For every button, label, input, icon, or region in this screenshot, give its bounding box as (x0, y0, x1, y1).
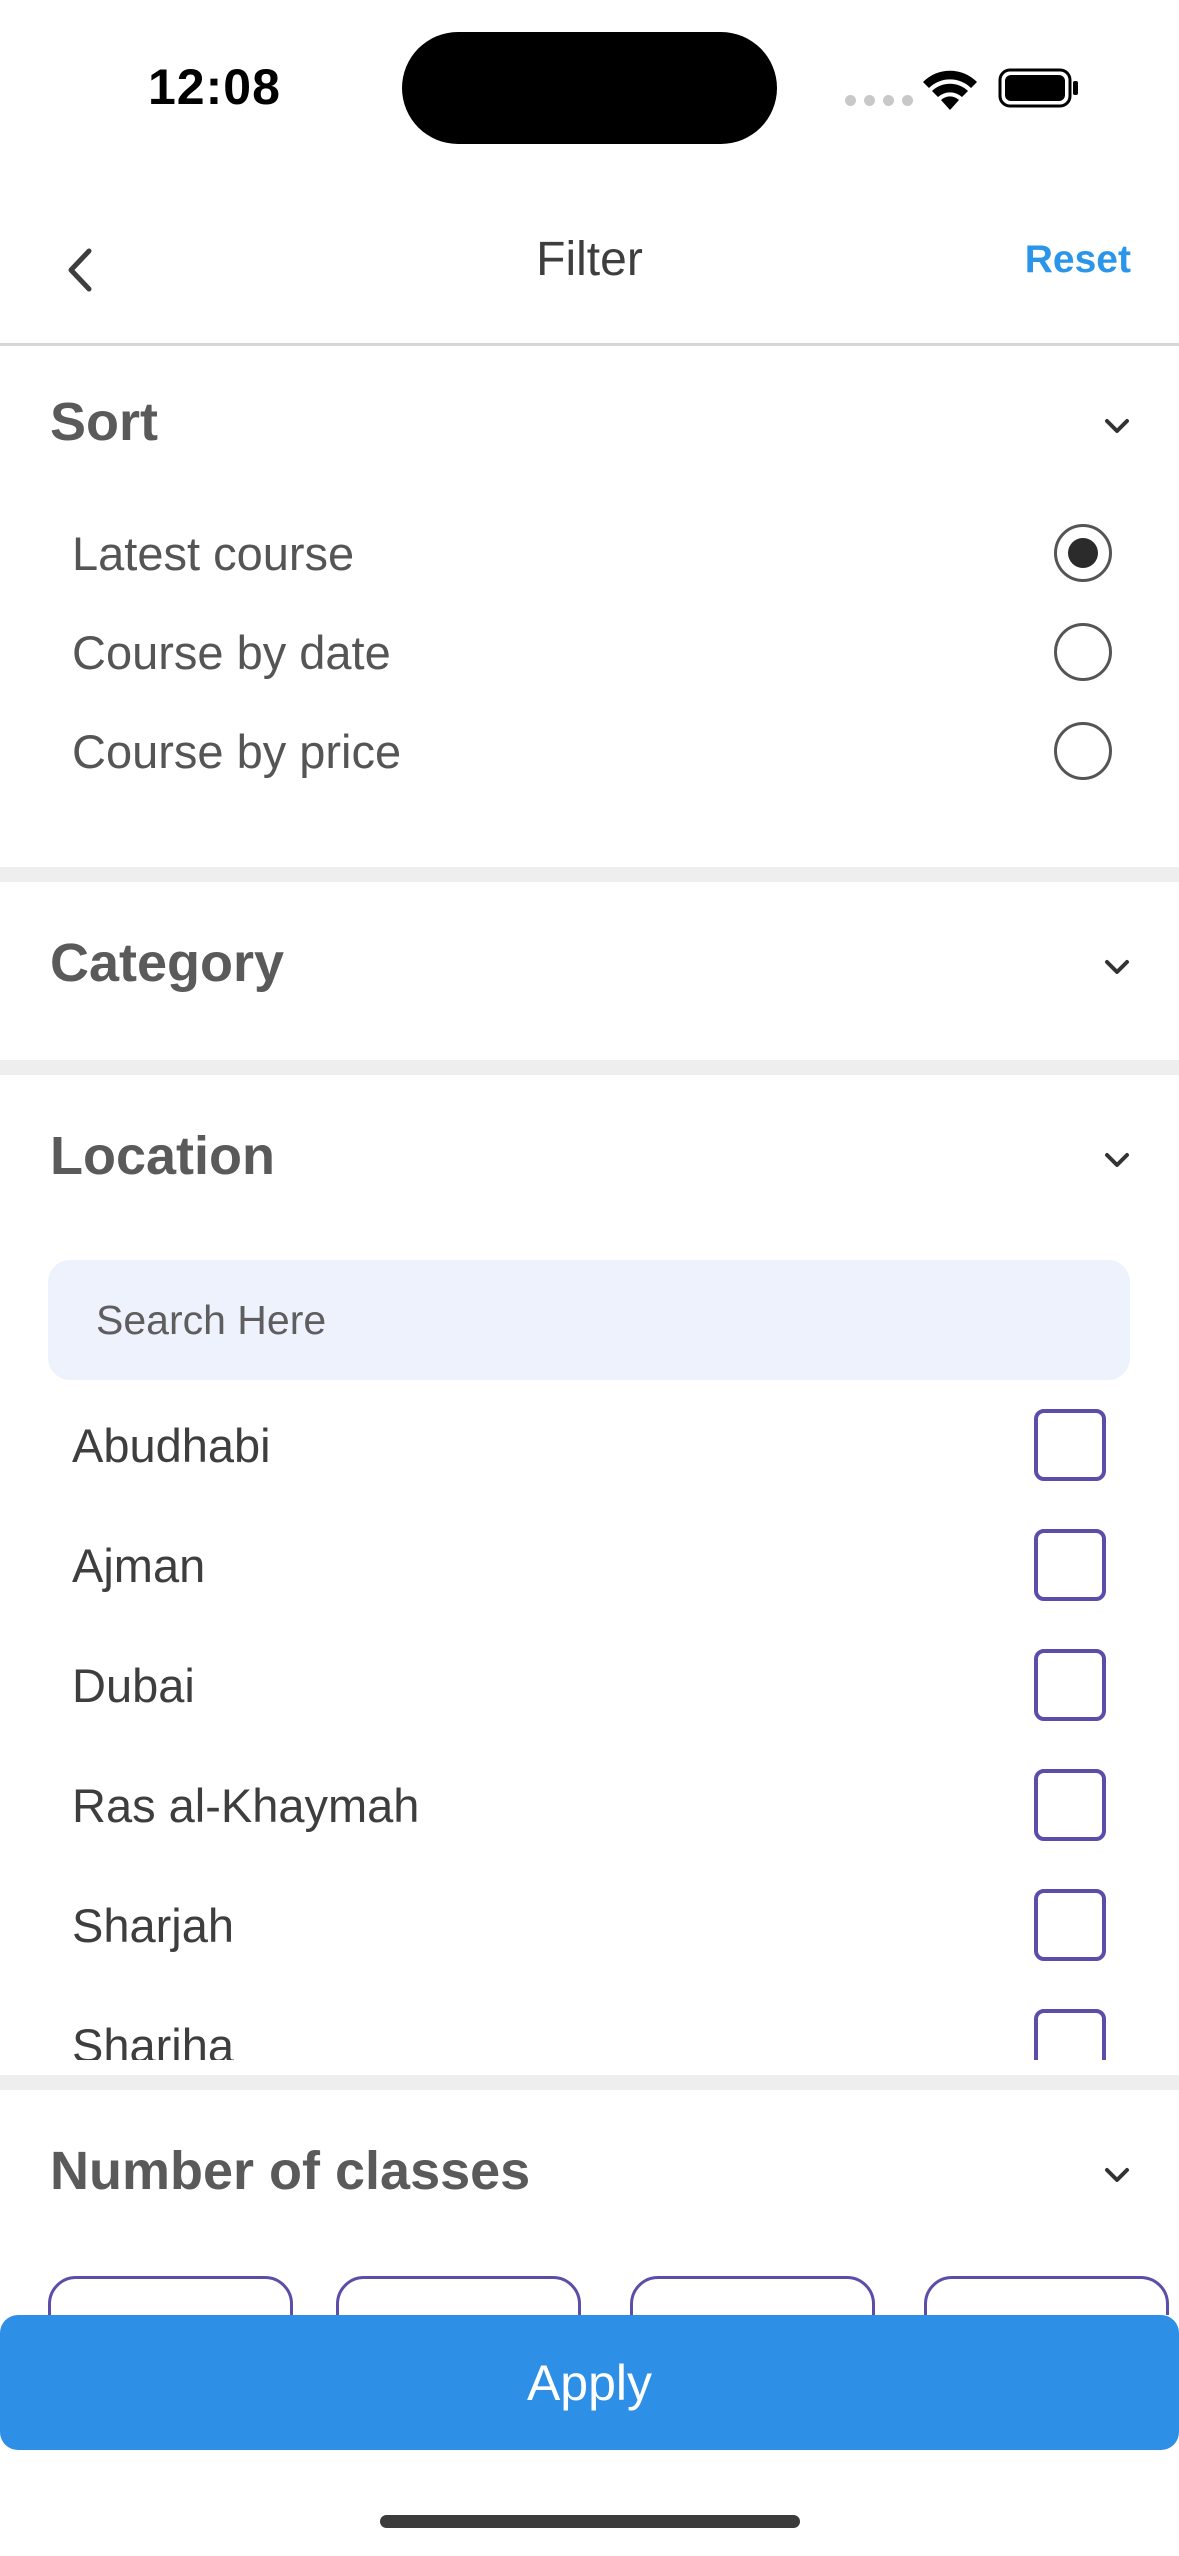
class-count-chip[interactable] (630, 2276, 875, 2315)
chevron-down-icon[interactable] (1097, 948, 1137, 988)
chevron-down-icon[interactable] (1097, 1141, 1137, 1181)
location-item-ajman[interactable]: Ajman (72, 1515, 1112, 1615)
nav-header: Filter Reset (0, 190, 1179, 346)
checkbox[interactable] (1034, 1409, 1106, 1481)
location-item-label: Abudhabi (72, 1418, 271, 1472)
category-section[interactable]: Category (0, 882, 1179, 1060)
status-bar: 12:08 (0, 0, 1179, 170)
page-title: Filter (536, 233, 643, 286)
chevron-down-icon[interactable] (1097, 2156, 1137, 2196)
chevron-down-icon[interactable] (1097, 407, 1137, 447)
class-count-chip[interactable] (924, 2276, 1169, 2315)
number-of-classes-title[interactable]: Number of classes (50, 2140, 530, 2202)
checkbox[interactable] (1034, 1769, 1106, 1841)
sort-option-label: Latest course (72, 526, 355, 580)
sort-option-label: Course by price (72, 724, 402, 778)
category-section-title[interactable]: Category (50, 932, 284, 994)
location-item-sharjah[interactable]: Sharjah (72, 1875, 1112, 1975)
location-item-label: Shariha (72, 2018, 234, 2061)
search-placeholder: Search Here (96, 1296, 327, 1343)
apply-button[interactable]: Apply (0, 2315, 1179, 2450)
location-item-label: Sharjah (72, 1898, 234, 1952)
location-item-label: Ajman (72, 1538, 206, 1592)
number-of-classes-section: Number of classes (0, 2090, 1179, 2270)
sort-section: Sort Latest course Course by date Course… (0, 349, 1179, 867)
location-section-title[interactable]: Location (50, 1125, 275, 1187)
sort-section-title[interactable]: Sort (50, 391, 158, 453)
location-item-ras-al-khaymah[interactable]: Ras al-Khaymah (72, 1755, 1112, 1855)
class-count-chip[interactable] (48, 2276, 293, 2315)
battery-icon (998, 68, 1078, 108)
radio-button-selected[interactable] (1054, 524, 1112, 582)
sort-option-price[interactable]: Course by price (72, 706, 1112, 796)
class-count-chips (0, 2270, 1179, 2315)
checkbox[interactable] (1034, 1529, 1106, 1601)
checkbox[interactable] (1034, 1649, 1106, 1721)
checkbox[interactable] (1034, 2009, 1106, 2060)
radio-button[interactable] (1054, 722, 1112, 780)
cellular-signal-icon (845, 95, 913, 106)
wifi-icon (923, 70, 977, 110)
class-count-chip[interactable] (336, 2276, 581, 2315)
sort-option-latest[interactable]: Latest course (72, 508, 1112, 598)
apply-button-label: Apply (526, 2354, 653, 2411)
sort-option-label: Course by date (72, 625, 391, 679)
location-item-label: Ras al-Khaymah (72, 1778, 420, 1832)
section-divider (0, 1060, 1179, 1075)
home-indicator[interactable] (380, 2515, 800, 2528)
location-list[interactable]: Abudhabi Ajman Dubai Ras al-Khaymah Shar… (0, 1395, 1179, 2060)
sort-option-date[interactable]: Course by date (72, 607, 1112, 697)
location-item-dubai[interactable]: Dubai (72, 1635, 1112, 1735)
location-item-shariha[interactable]: Shariha (72, 1995, 1112, 2060)
location-item-abudhabi[interactable]: Abudhabi (72, 1395, 1112, 1495)
section-divider (0, 867, 1179, 882)
section-divider (0, 2075, 1179, 2090)
status-time: 12:08 (148, 59, 281, 115)
checkbox[interactable] (1034, 1889, 1106, 1961)
location-search-input[interactable]: Search Here (48, 1260, 1130, 1380)
radio-button[interactable] (1054, 623, 1112, 681)
dynamic-island (402, 32, 777, 144)
location-item-label: Dubai (72, 1658, 195, 1712)
reset-button[interactable]: Reset (1025, 238, 1131, 282)
